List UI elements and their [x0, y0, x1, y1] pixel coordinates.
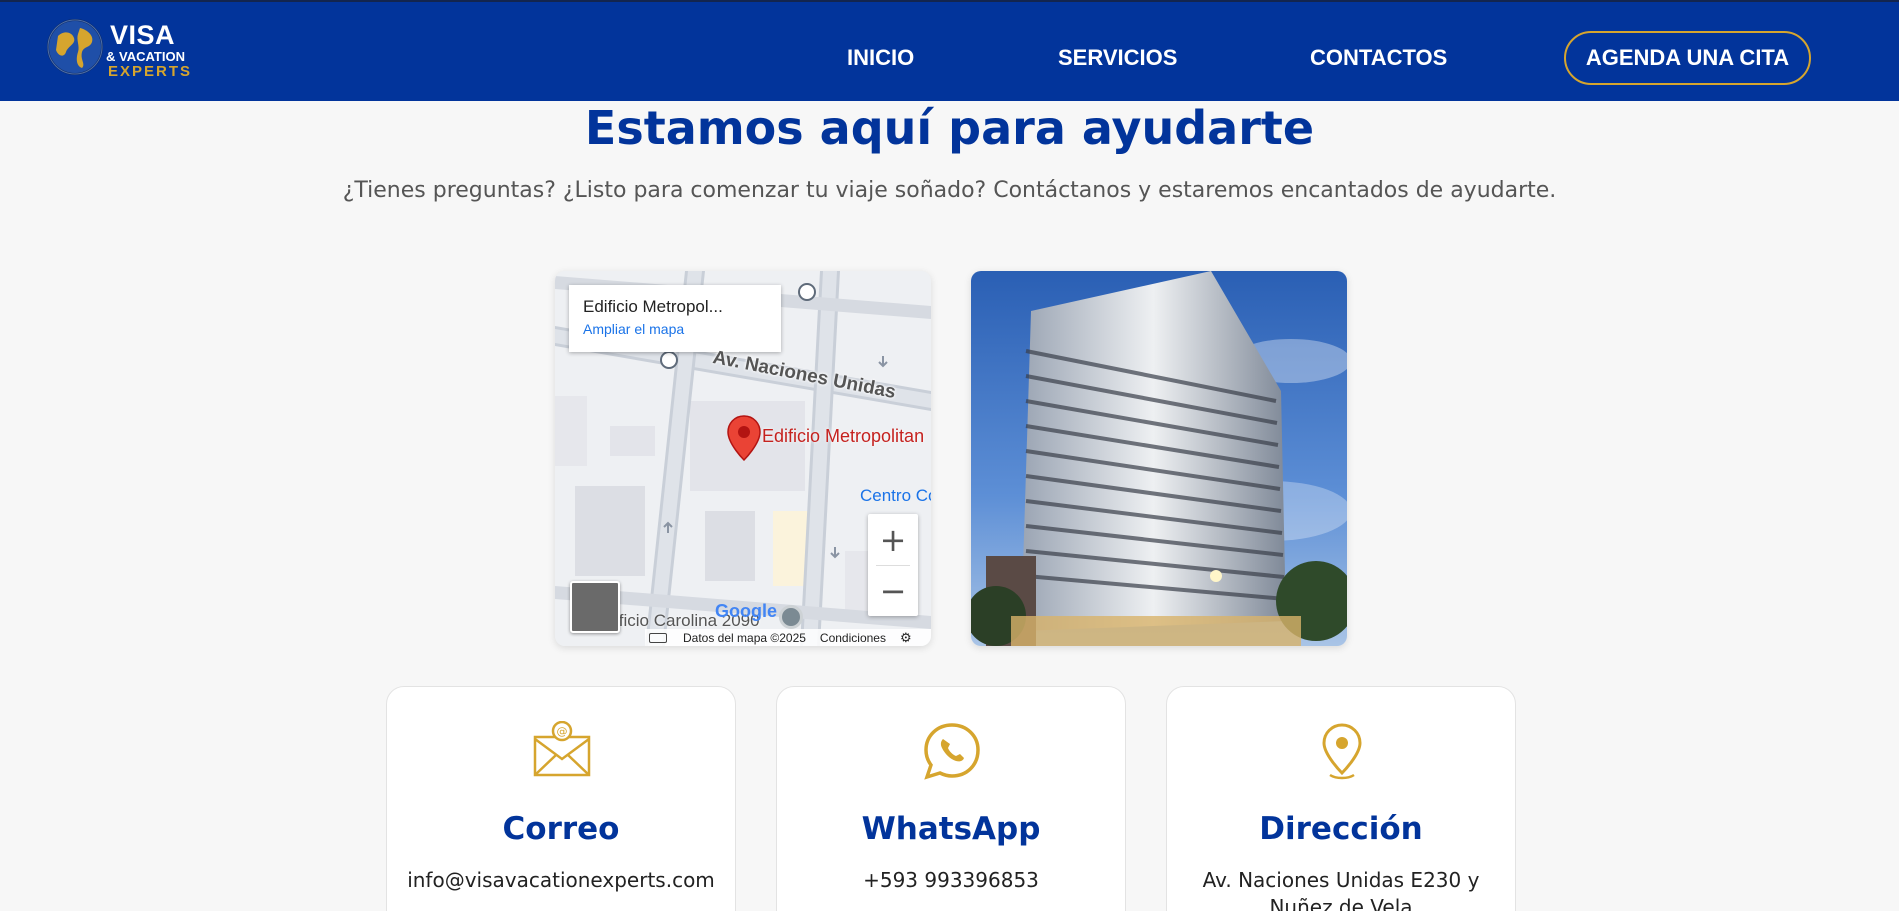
map-terms-link[interactable]: Condiciones	[820, 631, 886, 645]
svg-text:@: @	[557, 725, 568, 738]
address-card-title: Dirección	[1259, 811, 1423, 847]
map-info-card: Edificio Metropol... Ampliar el mapa	[569, 285, 781, 352]
page-subtitle: ¿Tienes preguntas? ¿Listo para comenzar …	[342, 178, 1557, 203]
street-view-pegman-icon[interactable]	[779, 605, 803, 629]
logo-visa-text: VISA	[110, 20, 176, 50]
map-poi-label: Edificio Metropolitan	[762, 426, 925, 446]
building-illustration	[971, 271, 1347, 646]
nav-servicios-link[interactable]: SERVICIOS	[1058, 45, 1177, 71]
contact-card-whatsapp: WhatsApp +593 993396853	[776, 686, 1126, 911]
keyboard-icon[interactable]	[649, 632, 667, 643]
page-title: Estamos aquí para ayudarte	[584, 101, 1315, 155]
book-appointment-button[interactable]: AGENDA UNA CITA	[1564, 31, 1811, 85]
site-logo[interactable]: VISA & VACATION EXPERTS	[46, 18, 196, 84]
google-logo: Google	[715, 601, 777, 621]
zoom-in-button[interactable]: +	[868, 514, 918, 565]
zoom-divider	[876, 565, 910, 566]
map-attribution-bar: Datos del mapa ©2025 Condiciones ⚙	[645, 629, 931, 646]
email-address[interactable]: info@visavacationexperts.com	[407, 867, 715, 894]
map-place-name: Edificio Metropol...	[583, 297, 723, 316]
building-photo	[971, 271, 1347, 646]
logo-vacation-text: & VACATION	[106, 49, 185, 64]
contact-card-email: @ Correo info@visavacationexperts.com	[386, 686, 736, 911]
map-pin-icon[interactable]	[726, 414, 762, 462]
report-issue-icon[interactable]: ⚙	[900, 630, 912, 646]
email-card-title: Correo	[502, 811, 620, 847]
whatsapp-card-title: WhatsApp	[861, 811, 1041, 847]
nav-contactos-link[interactable]: CONTACTOS	[1310, 45, 1447, 71]
contact-card-address: Dirección Av. Naciones Unidas E230 y Nuñ…	[1166, 686, 1516, 911]
location-pin-icon	[1322, 723, 1362, 780]
logo-experts-text: EXPERTS	[108, 63, 193, 80]
map-centro-label: Centro Co	[860, 486, 931, 505]
whatsapp-number[interactable]: +593 993396853	[797, 867, 1105, 894]
embedded-map[interactable]: Edificio Metropol... Ampliar el mapa Av.…	[555, 271, 931, 646]
nav-inicio-link[interactable]: INICIO	[847, 45, 914, 71]
whatsapp-icon	[924, 723, 980, 780]
map-zoom-control: + −	[868, 514, 918, 616]
map-data-attribution: Datos del mapa ©2025	[683, 630, 806, 645]
zoom-out-button[interactable]: −	[868, 565, 918, 616]
envelope-icon: @	[533, 721, 591, 777]
address-text: Av. Naciones Unidas E230 y Nuñez de Vela	[1202, 868, 1480, 911]
enlarge-map-link[interactable]: Ampliar el mapa	[583, 321, 767, 337]
satellite-view-toggle[interactable]	[570, 581, 620, 633]
top-navigation-bar: VISA & VACATION EXPERTS INICIO SERVICIOS…	[0, 0, 1899, 101]
globe-icon	[47, 19, 103, 75]
